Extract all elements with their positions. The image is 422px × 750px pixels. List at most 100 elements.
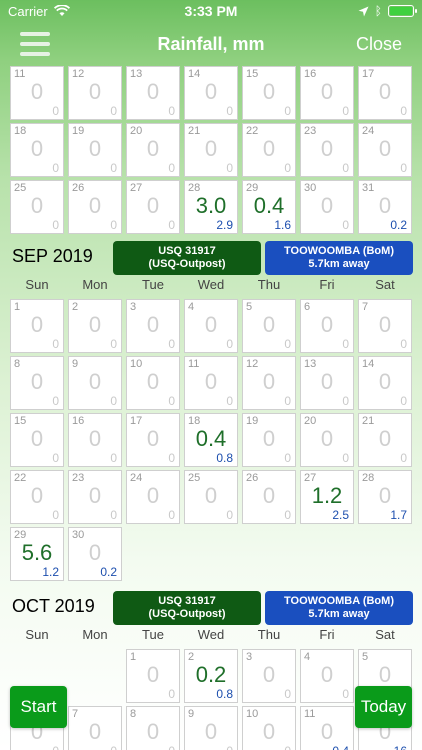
day-cell[interactable]: 15 0 0 — [242, 66, 296, 120]
day-cell[interactable]: 700 — [358, 299, 412, 353]
bom-rainfall-value: 0 — [342, 394, 349, 408]
day-cell[interactable]: 600 — [300, 299, 354, 353]
close-button[interactable]: Close — [356, 34, 402, 55]
day-cell[interactable]: 1000 — [242, 706, 296, 750]
day-cell[interactable]: 14 0 0 — [358, 356, 412, 410]
day-cell[interactable]: 16 0 0 — [300, 66, 354, 120]
day-cell[interactable]: 25 0 0 — [10, 180, 64, 234]
day-cell[interactable]: 22 0 0 — [242, 123, 296, 177]
day-cell[interactable]: 20 0 0 — [126, 123, 180, 177]
station-rainfall-value: 0 — [146, 369, 160, 394]
rainfall-calendar[interactable]: 11 0 0 12 0 0 13 0 0 14 0 0 15 0 0 16 0 0 17 0 0 18 0 0 19 0 0 20 0 0… — [0, 66, 422, 750]
day-cell[interactable]: 800 — [10, 356, 64, 410]
day-cell[interactable]: 29 0.4 1.6 — [242, 180, 296, 234]
day-cell[interactable]: 1100.4 — [300, 706, 354, 750]
bom-rainfall-value: 0 — [400, 337, 407, 351]
bom-rainfall-value: 0 — [284, 337, 291, 351]
bom-rainfall-value: 0 — [226, 394, 233, 408]
station-rainfall-value: 0 — [30, 483, 44, 508]
bom-station-button[interactable]: TOOWOOMBA (BoM) 5.7km away — [265, 591, 413, 625]
day-cell[interactable]: 30 0 0 — [300, 180, 354, 234]
weekday-label: Sun — [25, 277, 49, 292]
day-cell[interactable]: 12 0 0 — [242, 356, 296, 410]
station-rainfall-value: 0 — [146, 136, 160, 161]
usq-station-button[interactable]: USQ 31917 (USQ-Outpost) — [113, 241, 261, 275]
day-cell[interactable]: 31 0 0.2 — [358, 180, 412, 234]
weekday-label: Sun — [25, 627, 49, 642]
weekday-label: Thu — [257, 277, 281, 292]
day-cell[interactable]: 15 0 0 — [10, 413, 64, 467]
station-rainfall-value: 0 — [262, 312, 276, 337]
day-cell[interactable]: 17 0 0 — [358, 66, 412, 120]
bom-rainfall-value: 0 — [226, 744, 233, 750]
day-cell[interactable]: 11 0 0 — [184, 356, 238, 410]
day-cell[interactable]: 23 0 0 — [68, 470, 122, 524]
day-cell[interactable]: 500 — [242, 299, 296, 353]
day-cell[interactable]: 14 0 0 — [184, 66, 238, 120]
station-rainfall-value: 5.6 — [21, 540, 53, 565]
day-cell[interactable]: 13 0 0 — [126, 66, 180, 120]
day-cell[interactable]: 400 — [184, 299, 238, 353]
day-cell[interactable]: 24 0 0 — [126, 470, 180, 524]
station-rainfall-value: 0 — [262, 483, 276, 508]
day-cell[interactable]: 900 — [68, 356, 122, 410]
day-cell[interactable]: 2 0.2 0.8 — [184, 649, 238, 703]
station-rainfall-value: 0 — [262, 79, 276, 104]
bom-rainfall-value: 0 — [168, 687, 175, 701]
day-cell[interactable]: 800 — [126, 706, 180, 750]
day-cell[interactable]: 21 0 0 — [358, 413, 412, 467]
day-cell[interactable]: 12 0 0 — [68, 66, 122, 120]
day-cell[interactable]: 300 — [126, 299, 180, 353]
day-cell[interactable]: 13 0 0 — [300, 356, 354, 410]
station-rainfall-value: 0 — [378, 136, 392, 161]
day-cell[interactable]: 21 0 0 — [184, 123, 238, 177]
weekday-label: Tue — [142, 627, 164, 642]
day-cell[interactable]: 22 0 0 — [10, 470, 64, 524]
day-cell[interactable]: 25 0 0 — [184, 470, 238, 524]
day-cell[interactable]: 28 3.0 2.9 — [184, 180, 238, 234]
day-cell[interactable]: 400 — [300, 649, 354, 703]
day-cell[interactable]: 11 0 0 — [10, 66, 64, 120]
day-cell[interactable]: 26 0 0 — [68, 180, 122, 234]
station-rainfall-value: 0 — [378, 426, 392, 451]
bom-station-button[interactable]: TOOWOOMBA (BoM) 5.7km away — [265, 241, 413, 275]
day-cell[interactable]: 23 0 0 — [300, 123, 354, 177]
day-cell[interactable]: 18 0 0 — [10, 123, 64, 177]
day-cell[interactable]: 30 0 0.2 — [68, 527, 122, 581]
day-cell[interactable]: 700 — [68, 706, 122, 750]
day-cell[interactable]: 18 0.4 0.8 — [184, 413, 238, 467]
day-cell[interactable]: 27 0 0 — [126, 180, 180, 234]
day-cell[interactable]: 1000 — [126, 356, 180, 410]
day-cell[interactable]: 24 0 0 — [358, 123, 412, 177]
bom-rainfall-value: 0 — [110, 451, 117, 465]
station-rainfall-value: 3.0 — [195, 193, 227, 218]
station-rainfall-value: 0 — [146, 483, 160, 508]
weekday-header: Sun Mon Tue Wed Thu Fri Sat — [10, 277, 412, 292]
today-button[interactable]: Today — [355, 686, 412, 728]
bom-rainfall-value: 0 — [284, 451, 291, 465]
day-cell[interactable]: 17 0 0 — [126, 413, 180, 467]
day-cell[interactable]: 100 — [126, 649, 180, 703]
month-grid: 10020.20.830040050060070080090010001100.… — [10, 649, 412, 750]
bom-rainfall-value: 0 — [52, 744, 59, 750]
day-cell[interactable]: 100 — [10, 299, 64, 353]
day-cell[interactable]: 200 — [68, 299, 122, 353]
usq-station-button[interactable]: USQ 31917 (USQ-Outpost) — [113, 591, 261, 625]
day-cell[interactable]: 29 5.6 1.2 — [10, 527, 64, 581]
day-cell[interactable]: 900 — [184, 706, 238, 750]
day-cell[interactable]: 20 0 0 — [300, 413, 354, 467]
bom-rainfall-value: 0 — [110, 744, 117, 750]
day-cell[interactable]: 26 0 0 — [242, 470, 296, 524]
menu-icon[interactable] — [20, 32, 50, 56]
day-cell[interactable]: 19 0 0 — [68, 123, 122, 177]
start-button[interactable]: Start — [10, 686, 67, 728]
day-cell[interactable]: 16 0 0 — [68, 413, 122, 467]
station-rainfall-value: 0 — [30, 193, 44, 218]
day-cell[interactable]: 19 0 0 — [242, 413, 296, 467]
battery-icon — [388, 5, 417, 17]
month-grid: 1 0 0 2 0 0 3 0 0 4 0 0 5 0 0 6 0 0 7 0 0 8 0 0 9 0 0 10 0 0 11 0 0 12 0 0 1… — [10, 299, 412, 581]
day-cell[interactable]: 27 1.2 2.5 — [300, 470, 354, 524]
day-cell[interactable]: 300 — [242, 649, 296, 703]
day-cell[interactable]: 28 0 1.7 — [358, 470, 412, 524]
empty-day-slot — [68, 649, 122, 703]
